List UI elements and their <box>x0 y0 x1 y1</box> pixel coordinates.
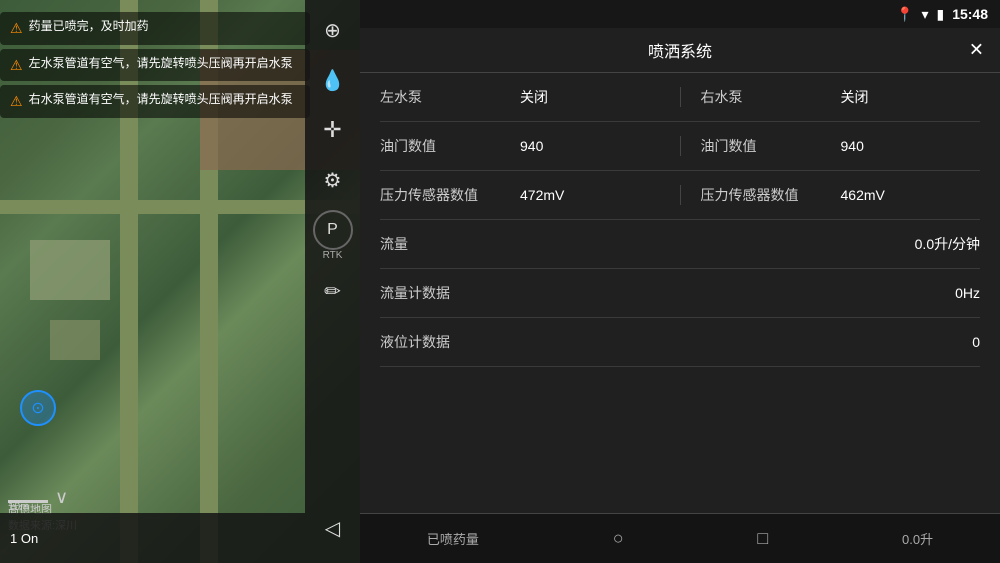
flow-meter-value: 0Hz <box>955 285 980 301</box>
left-pressure-label: 压力传感器数值 <box>380 185 500 205</box>
right-throttle-value: 940 <box>841 138 864 154</box>
close-button[interactable]: ✕ <box>969 40 984 61</box>
spray-panel: 喷洒系统 ✕ 左水泵 关闭 右水泵 关闭 油门数值 940 油门数值 9 <box>360 28 1000 563</box>
bottom-nav: 已喷药量 ○ □ 0.0升 <box>360 513 1000 563</box>
sidebar-item-rtk[interactable]: P RTK <box>313 210 353 261</box>
alert-item: ⚠ 药量已喷完，及时加药 <box>0 12 310 45</box>
map-drone-icon[interactable]: ⊙ <box>20 390 56 426</box>
sidebar-item-settings[interactable]: ⚙ <box>313 160 353 200</box>
right-throttle-label: 油门数值 <box>701 136 821 156</box>
right-pressure-group: 压力传感器数值 462mV <box>701 185 981 205</box>
right-throttle-group: 油门数值 940 <box>701 136 981 156</box>
flow-rate-value: 0.0升/分钟 <box>915 234 980 254</box>
right-pump-value: 关闭 <box>841 87 869 107</box>
flow-rate-row: 流量 0.0升/分钟 <box>380 220 980 269</box>
left-pump-value: 关闭 <box>520 87 548 107</box>
nav-home-button[interactable]: ○ <box>613 528 624 549</box>
alert-item: ⚠ 右水泵管道有空气，请先旋转喷头压阀再开启水泵 <box>0 85 310 118</box>
sidebar: ⊕ 💧 ✛ ⚙ P RTK ✏ ◁ <box>305 0 360 563</box>
flow-rate-label: 流量 <box>380 234 915 254</box>
right-pump-group: 右水泵 关闭 <box>701 87 981 107</box>
home-circle-icon: ○ <box>613 528 624 549</box>
pump-status-row: 左水泵 关闭 右水泵 关闭 <box>380 73 980 122</box>
flow-meter-label: 流量计数据 <box>380 283 955 303</box>
sidebar-item-route[interactable]: ✏ <box>313 271 353 311</box>
left-pump-label: 左水泵 <box>380 87 500 107</box>
target-icon: ⊕ <box>324 18 341 43</box>
rtk-circle-icon: P <box>327 221 338 239</box>
left-throttle-label: 油门数值 <box>380 136 500 156</box>
left-throttle-value: 940 <box>520 138 543 154</box>
location-status-icon: 📍 <box>896 6 913 23</box>
wifi-status-icon: ▾ <box>921 6 928 23</box>
nav-sprayed-value: 0.0升 <box>902 529 933 548</box>
back-icon: ◁ <box>325 516 340 541</box>
spray-icon: 💧 <box>320 68 345 93</box>
row-divider <box>680 136 681 156</box>
battery-status-icon: ▮ <box>936 6 944 23</box>
liquid-level-row: 液位计数据 0 <box>380 318 980 367</box>
alert-icon-3: ⚠ <box>10 92 23 112</box>
settings-icon: ⚙ <box>324 168 342 193</box>
rtk-label: RTK <box>323 250 343 261</box>
bottom-left-overlay: 1 On <box>0 513 305 563</box>
liquid-level-label: 液位计数据 <box>380 332 972 352</box>
panel-title: 喷洒系统 <box>648 38 712 62</box>
right-pressure-value: 462mV <box>841 187 885 203</box>
alert-panel: ⚠ 药量已喷完，及时加药 ⚠ 左水泵管道有空气，请先旋转喷头压阀再开启水泵 ⚠ … <box>0 0 310 122</box>
liquid-level-value: 0 <box>972 334 980 350</box>
row-divider <box>680 185 681 205</box>
left-pressure-value: 472mV <box>520 187 564 203</box>
sidebar-item-back[interactable]: ◁ <box>313 508 353 548</box>
pressure-row: 压力传感器数值 472mV 压力传感器数值 462mV <box>380 171 980 220</box>
sidebar-item-spray[interactable]: 💧 <box>313 60 353 100</box>
row-divider <box>680 87 681 107</box>
clock: 15:48 <box>952 6 988 22</box>
left-pressure-group: 压力传感器数值 472mV <box>380 185 660 205</box>
right-pressure-label: 压力传感器数值 <box>701 185 821 205</box>
panel-header: 喷洒系统 ✕ <box>360 28 1000 73</box>
panel-body: 左水泵 关闭 右水泵 关闭 油门数值 940 油门数值 940 压力 <box>360 73 1000 367</box>
drone-icon: ✛ <box>323 117 341 143</box>
left-pump-group: 左水泵 关闭 <box>380 87 660 107</box>
alert-icon-2: ⚠ <box>10 56 23 76</box>
alert-icon-1: ⚠ <box>10 19 23 39</box>
square-icon: □ <box>757 528 768 549</box>
status-bar: 📍 ▾ ▮ 15:48 <box>360 0 1000 28</box>
right-pump-label: 右水泵 <box>701 87 821 107</box>
alert-item: ⚠ 左水泵管道有空气，请先旋转喷头压阀再开启水泵 <box>0 49 310 82</box>
sidebar-item-drone[interactable]: ✛ <box>313 110 353 150</box>
on-status-text: 1 On <box>10 531 38 546</box>
left-throttle-group: 油门数值 940 <box>380 136 660 156</box>
nav-sprayed-label[interactable]: 已喷药量 <box>427 529 479 548</box>
flow-meter-row: 流量计数据 0Hz <box>380 269 980 318</box>
nav-square-button[interactable]: □ <box>757 528 768 549</box>
sidebar-item-target[interactable]: ⊕ <box>313 10 353 50</box>
throttle-row: 油门数值 940 油门数值 940 <box>380 122 980 171</box>
route-icon: ✏ <box>324 279 341 304</box>
